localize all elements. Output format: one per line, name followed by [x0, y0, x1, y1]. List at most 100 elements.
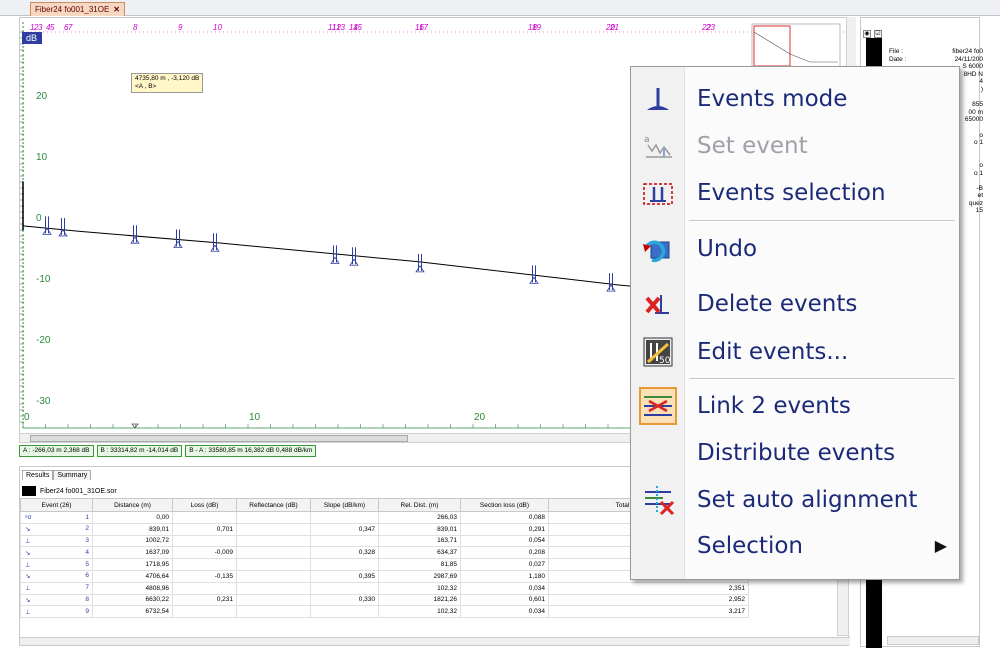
- info-value: 24/11/200: [954, 55, 983, 63]
- info-value: 8HD N: [963, 70, 983, 78]
- cell-total-loss: 3,217: [548, 605, 749, 619]
- cell-section-loss: 0,601: [460, 593, 549, 607]
- graph-scroll-thumb[interactable]: [30, 435, 408, 442]
- close-tab-icon[interactable]: ✕: [113, 5, 120, 14]
- menu-label-events-selection: Events selection: [697, 180, 886, 206]
- cell-distance: 4808,96: [92, 581, 173, 595]
- menu-item-selection[interactable]: Selection ▶: [631, 524, 961, 568]
- column-header[interactable]: Slope (dB/km): [310, 498, 379, 512]
- table-row[interactable]: ↘ 8 6630,22 0,231 0,330 1821,26 0,601 2,952: [20, 593, 749, 607]
- menu-item-set-event[interactable]: a Set event: [631, 124, 961, 168]
- svg-text:a: a: [644, 135, 650, 145]
- context-menu: Events mode a Set event Events selection…: [630, 66, 960, 580]
- event-type-icon: ↘: [25, 596, 31, 604]
- table-row[interactable]: ⊥ 9 6732,54 102,32 0,034 3,217: [20, 605, 749, 619]
- event-symbol: [42, 227, 52, 235]
- menu-item-link-2-events[interactable]: Link 2 events: [631, 384, 961, 428]
- side-panel-scrollbar[interactable]: [887, 636, 979, 645]
- column-header[interactable]: Rel. Dist. (m): [378, 498, 461, 512]
- column-header[interactable]: Reflectance (dB): [236, 498, 311, 512]
- cell-reflectance: [236, 558, 311, 571]
- event-number: 2: [85, 525, 89, 533]
- table-row[interactable]: ⊥ 7 4808,96 102,32 0,034 2,351: [20, 581, 749, 595]
- event-type-cell: ᵒσ 1: [20, 511, 93, 524]
- tab-results[interactable]: Results: [22, 470, 54, 480]
- edit-events-icon: 50: [638, 332, 678, 372]
- results-horizontal-scrollbar[interactable]: [20, 637, 850, 645]
- trace-radio[interactable]: ◉: [863, 30, 871, 38]
- cell-section-loss: 0,027: [460, 558, 549, 571]
- cell-distance: 0,00: [92, 511, 173, 524]
- menu-label-selection: Selection: [697, 533, 803, 559]
- cell-slope: 0,347: [310, 522, 379, 536]
- info-value: 4: [979, 78, 983, 86]
- menu-item-set-auto-alignment[interactable]: Set auto alignment: [631, 478, 961, 522]
- menu-item-edit-events[interactable]: 50 Edit events...: [631, 330, 961, 374]
- info-value: S 6000: [962, 63, 983, 71]
- event-marker-label: 3: [38, 23, 43, 32]
- event-type-cell: ⊥ 9: [20, 605, 93, 619]
- cell-rel-dist: 81,85: [378, 558, 461, 571]
- column-header[interactable]: Distance (m): [92, 498, 173, 512]
- menu-item-distribute-events[interactable]: Distribute events: [631, 431, 961, 475]
- x-tick-label: 0: [24, 412, 30, 423]
- info-value: o 1: [973, 139, 983, 147]
- cell-rel-dist: 102,32: [378, 581, 461, 595]
- menu-label-set-event: Set event: [697, 133, 808, 159]
- menu-label-edit-events: Edit events...: [697, 339, 849, 365]
- document-tab-label: Fiber24 fo001_31OE: [35, 5, 110, 14]
- info-value: o: [979, 131, 983, 139]
- x-tick-label: 20: [474, 412, 486, 423]
- menu-item-delete-events[interactable]: Delete events: [631, 282, 961, 326]
- cell-slope: 0,395: [310, 569, 379, 583]
- cell-distance: 1637,09: [92, 546, 173, 560]
- menu-item-events-selection[interactable]: Events selection: [631, 171, 961, 215]
- cell-distance: 1002,72: [92, 534, 173, 548]
- cell-slope: [310, 605, 379, 619]
- trace-checkbox[interactable]: ☑: [874, 30, 882, 38]
- info-value: fiber24 fo0: [952, 48, 983, 55]
- info-key: Date :: [889, 55, 907, 63]
- event-symbol: [210, 244, 220, 252]
- event-symbol: [606, 284, 616, 292]
- event-type-cell: ↘ 2: [20, 522, 93, 536]
- document-tab[interactable]: Fiber24 fo001_31OE ✕: [30, 2, 125, 16]
- menu-label-distribute-events: Distribute events: [697, 440, 896, 466]
- cell-loss: [172, 581, 237, 595]
- cell-rel-dist: 1821,26: [378, 593, 461, 607]
- trace-file-row[interactable]: Fiber24 fo001_31OE.sor: [22, 485, 117, 497]
- cell-reflectance: [236, 593, 311, 607]
- cell-total-loss: 2,952: [548, 593, 749, 607]
- cursor-a-marker: [131, 423, 139, 429]
- y-tick-label: 20: [36, 91, 48, 102]
- event-type-cell: ↘ 4: [20, 546, 93, 560]
- column-header[interactable]: Section loss (dB): [460, 498, 549, 512]
- document-tab-bar: Fiber24 fo001_31OE ✕: [0, 0, 1000, 16]
- event-marker-label: 17: [419, 23, 428, 32]
- column-header[interactable]: Event (26): [20, 498, 93, 512]
- info-value: ): [980, 85, 983, 93]
- column-header[interactable]: Loss (dB): [172, 498, 237, 512]
- cell-reflectance: [236, 534, 311, 548]
- y-tick-label: -10: [36, 274, 51, 285]
- event-number: 7: [85, 584, 89, 592]
- y-tick-label: 10: [36, 152, 48, 163]
- link-events-icon: [638, 386, 678, 426]
- info-row: Date : 24/11/200: [889, 56, 983, 64]
- menu-item-events-mode[interactable]: Events mode: [631, 77, 961, 121]
- menu-item-undo[interactable]: Undo: [631, 227, 961, 271]
- event-type-cell: ↘ 8: [20, 593, 93, 607]
- x-tick-label: 10: [249, 412, 261, 423]
- event-symbol: [415, 265, 425, 273]
- event-marker-label: 21: [609, 23, 619, 32]
- y-unit-label: dB: [26, 33, 37, 43]
- menu-label-events-mode: Events mode: [697, 86, 848, 112]
- cell-section-loss: 0,088: [460, 511, 549, 524]
- tab-summary[interactable]: Summary: [53, 470, 92, 480]
- event-type-icon: ⊥: [25, 585, 31, 593]
- info-value: -B: [976, 184, 984, 192]
- info-value: o: [979, 161, 983, 169]
- cell-section-loss: 0,291: [460, 522, 549, 536]
- cell-section-loss: 0,054: [460, 534, 549, 548]
- event-marker-label: 5: [50, 23, 55, 32]
